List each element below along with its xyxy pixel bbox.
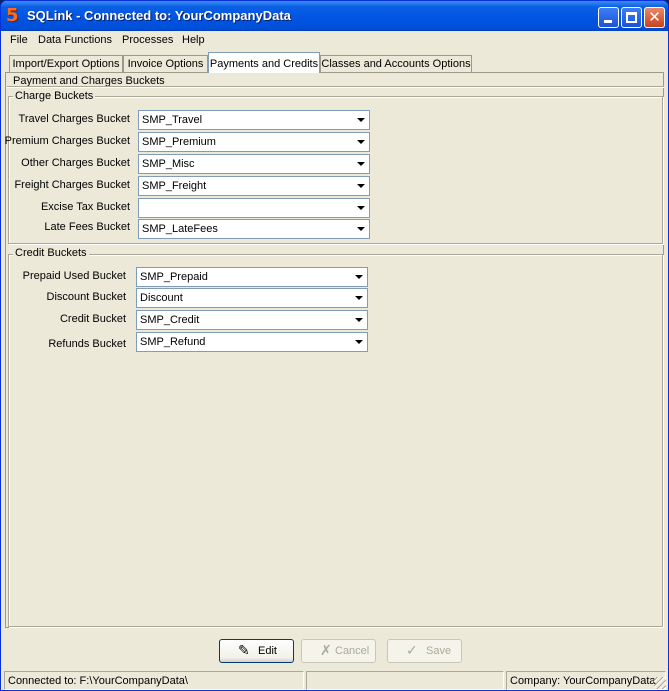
excise-tax-label: Excise Tax Bucket (40, 201, 130, 213)
freight-charges-label: Freight Charges Bucket (14, 179, 130, 191)
chevron-down-icon[interactable] (352, 111, 369, 129)
tab-payments-and-credits[interactable]: Payments and Credits (208, 52, 320, 73)
pencil-icon: ✎ (238, 643, 250, 659)
save-button-label: Save (426, 645, 452, 657)
tab-strip: Import/Export Options Invoice Options Pa… (1, 51, 668, 73)
app-window: 5 SQLink - Connected to: YourCompanyData… (0, 0, 669, 691)
save-button[interactable]: ✓ Save (387, 639, 462, 663)
credit-label: Credit Bucket (59, 313, 126, 325)
tab-label: Invoice Options (127, 58, 204, 70)
refunds-value: SMP_Refund (140, 336, 206, 348)
premium-charges-select[interactable]: SMP_Premium (138, 132, 370, 152)
menu-bar: File Data Functions Processes Help (1, 31, 668, 51)
edit-button-label: Edit (258, 645, 277, 657)
travel-charges-select[interactable]: SMP_Travel (138, 110, 370, 130)
x-icon: ✗ (320, 643, 332, 659)
credit-value: SMP_Credit (140, 314, 200, 326)
minimize-icon (604, 20, 612, 23)
cancel-button-label: Cancel (335, 645, 370, 657)
maximize-button[interactable] (621, 7, 642, 28)
window-title: SQLink - Connected to: YourCompanyData (27, 8, 291, 23)
prepaid-used-label: Prepaid Used Bucket (22, 270, 126, 282)
status-connection-pane: Connected to: F:\YourCompanyData\ (4, 671, 304, 690)
resize-grip-icon[interactable] (654, 677, 666, 689)
charge-buckets-label: Charge Buckets (13, 90, 96, 102)
premium-charges-value: SMP_Premium (142, 136, 216, 148)
edit-button[interactable]: ✎ Edit (219, 639, 294, 663)
chevron-down-icon[interactable] (352, 220, 369, 238)
menu-help[interactable]: Help (182, 34, 205, 46)
freight-charges-value: SMP_Freight (142, 180, 207, 192)
discount-value: Discount (140, 292, 183, 304)
chevron-down-icon[interactable] (350, 333, 367, 351)
refunds-label: Refunds Bucket (48, 338, 126, 350)
tab-label: Payments and Credits (209, 58, 319, 70)
chevron-down-icon[interactable] (352, 155, 369, 173)
chevron-down-icon[interactable] (350, 289, 367, 307)
travel-charges-label: Travel Charges Bucket (18, 113, 130, 125)
discount-label: Discount Bucket (46, 291, 126, 303)
other-charges-select[interactable]: SMP_Misc (138, 154, 370, 174)
late-fees-value: SMP_LateFees (142, 223, 218, 235)
app-icon[interactable]: 5 (6, 6, 22, 26)
refunds-select[interactable]: SMP_Refund (136, 332, 368, 352)
panel-title: Payment and Charges Buckets (13, 75, 165, 87)
chevron-down-icon[interactable] (352, 199, 369, 217)
tab-invoice-options[interactable]: Invoice Options (123, 55, 208, 73)
late-fees-label: Late Fees Bucket (44, 221, 130, 233)
chevron-down-icon[interactable] (352, 177, 369, 195)
tab-label: Classes and Accounts Options (321, 58, 471, 70)
status-company-pane: Company: YourCompanyData (506, 671, 666, 690)
checkmark-icon: ✓ (406, 643, 418, 659)
credit-buckets-label: Credit Buckets (13, 247, 89, 259)
menu-file[interactable]: File (10, 34, 28, 46)
close-icon: ✕ (648, 8, 661, 26)
travel-charges-value: SMP_Travel (142, 114, 203, 126)
status-connection: Connected to: F:\YourCompanyData\ (8, 675, 188, 687)
maximize-icon (626, 12, 637, 23)
prepaid-used-select[interactable]: SMP_Prepaid (136, 267, 368, 287)
chevron-down-icon[interactable] (352, 133, 369, 151)
tab-import-export-options[interactable]: Import/Export Options (9, 55, 123, 73)
status-company: Company: YourCompanyData (510, 675, 656, 687)
status-middle-pane (306, 671, 504, 690)
prepaid-used-value: SMP_Prepaid (140, 271, 208, 283)
other-charges-value: SMP_Misc (142, 158, 195, 170)
status-bar: Connected to: F:\YourCompanyData\ Compan… (1, 669, 668, 690)
minimize-button[interactable] (598, 7, 619, 28)
freight-charges-select[interactable]: SMP_Freight (138, 176, 370, 196)
menu-processes[interactable]: Processes (122, 34, 173, 46)
credit-select[interactable]: SMP_Credit (136, 310, 368, 330)
premium-charges-label: Premium Charges Bucket (4, 135, 130, 147)
menu-data-functions[interactable]: Data Functions (38, 34, 112, 46)
chevron-down-icon[interactable] (350, 311, 367, 329)
late-fees-select[interactable]: SMP_LateFees (138, 219, 370, 239)
tab-classes-and-accounts-options[interactable]: Classes and Accounts Options (320, 55, 472, 73)
chevron-down-icon[interactable] (350, 268, 367, 286)
discount-select[interactable]: Discount (136, 288, 368, 308)
tab-label: Import/Export Options (12, 58, 120, 70)
cancel-button[interactable]: ✗ Cancel (301, 639, 376, 663)
close-button[interactable]: ✕ (644, 7, 665, 28)
other-charges-label: Other Charges Bucket (21, 157, 130, 169)
title-bar[interactable]: 5 SQLink - Connected to: YourCompanyData… (1, 1, 668, 31)
excise-tax-select[interactable] (138, 198, 370, 218)
